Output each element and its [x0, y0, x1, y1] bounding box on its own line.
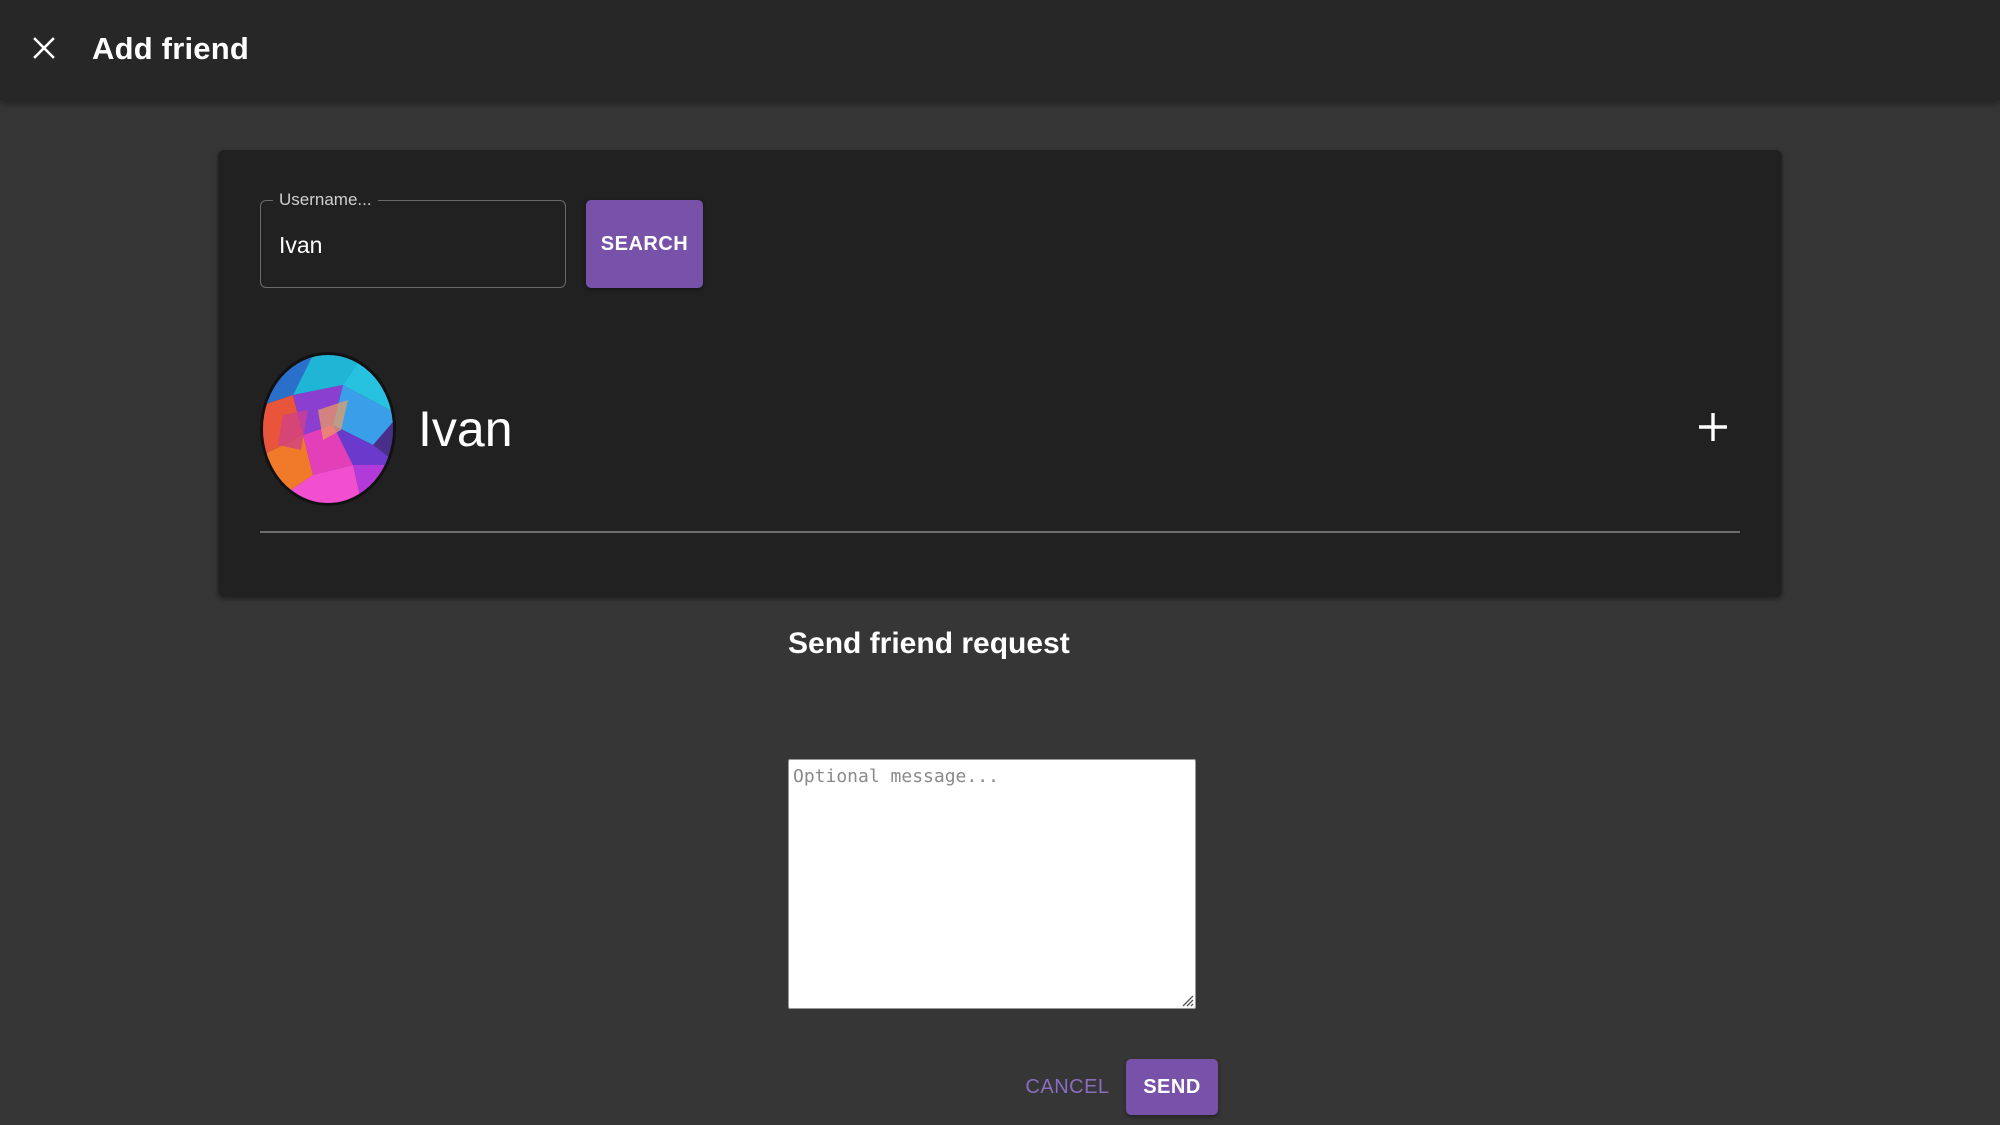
cancel-button[interactable]: CANCEL	[1020, 1059, 1115, 1115]
close-button[interactable]	[24, 30, 64, 70]
send-button[interactable]: SEND	[1126, 1059, 1218, 1115]
add-friend-button[interactable]	[1688, 404, 1738, 454]
username-field[interactable]: Username...	[260, 190, 566, 288]
send-request-title: Send friend request	[788, 627, 1070, 660]
username-field-label: Username...	[273, 190, 378, 210]
result-username: Ivan	[418, 401, 513, 457]
resize-grip-icon[interactable]	[1178, 991, 1194, 1007]
search-button[interactable]: SEARCH	[586, 200, 703, 288]
username-input[interactable]	[279, 225, 549, 265]
search-result-row: Ivan	[260, 350, 1740, 533]
close-icon	[32, 36, 56, 65]
avatar	[260, 352, 396, 506]
optional-message-textarea[interactable]	[788, 759, 1196, 1009]
page-title: Add friend	[92, 31, 249, 66]
search-card: Username... SEARCH Ivan	[218, 150, 1782, 597]
top-app-bar: Add friend	[0, 0, 2000, 100]
plus-icon	[1697, 411, 1729, 448]
